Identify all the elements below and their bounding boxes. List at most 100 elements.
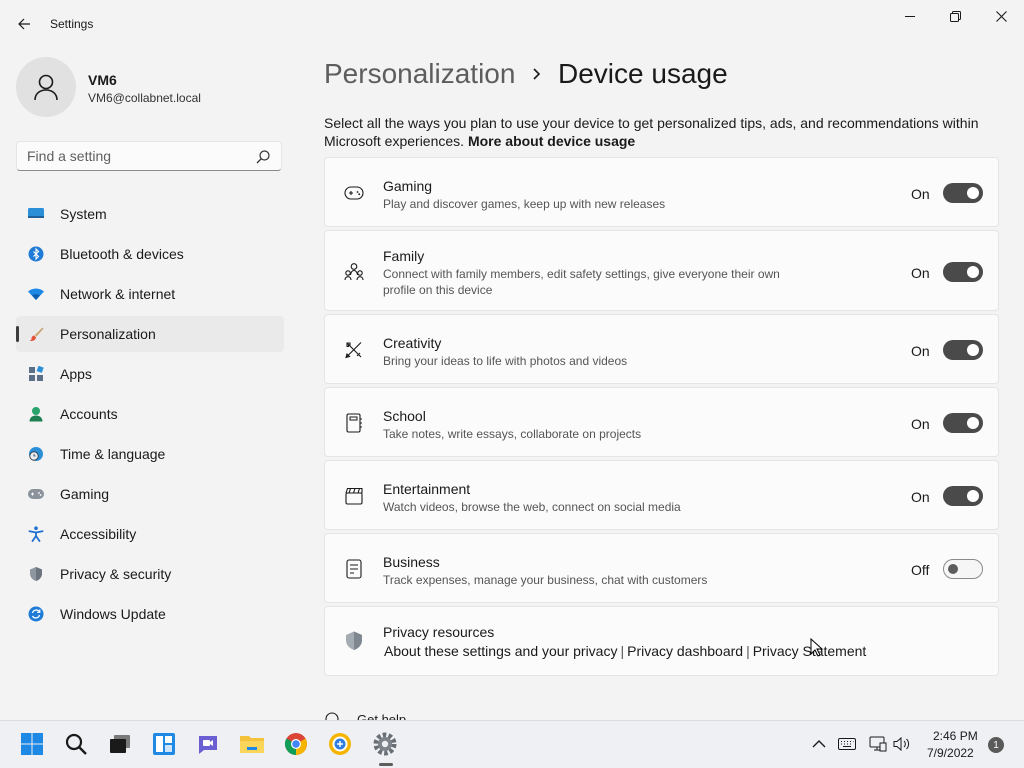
close-button[interactable]	[978, 0, 1024, 32]
get-help-link[interactable]: Get help	[357, 712, 406, 720]
restore-button[interactable]	[932, 0, 978, 32]
sidebar-item-personalization[interactable]: Personalization	[16, 316, 284, 352]
minimize-icon	[905, 16, 915, 17]
toggle-knob	[967, 490, 979, 502]
more-about-link[interactable]: More about device usage	[468, 133, 635, 149]
back-arrow-icon	[18, 18, 30, 30]
gamepad-icon	[27, 485, 45, 503]
entertainment-toggle[interactable]	[943, 486, 983, 506]
sidebar-item-network[interactable]: Network & internet	[16, 276, 284, 312]
sidebar-item-time-language[interactable]: Time & language	[16, 436, 284, 472]
usage-title: Family	[383, 248, 425, 264]
gaming-toggle[interactable]	[943, 183, 983, 203]
toggle-state-label: On	[911, 186, 930, 202]
sidebar-item-label: System	[60, 206, 107, 222]
usage-card-business: Business Track expenses, manage your bus…	[324, 533, 999, 603]
link-separator: |	[620, 643, 625, 659]
usage-description: Watch videos, browse the web, connect on…	[383, 500, 681, 514]
notification-badge[interactable]: 1	[988, 737, 1004, 753]
wifi-icon	[27, 285, 45, 303]
toggle-knob	[948, 564, 958, 574]
usage-title: School	[383, 408, 426, 424]
close-icon	[995, 10, 1007, 22]
bluetooth-icon	[27, 245, 45, 263]
search-icon[interactable]	[255, 149, 271, 165]
breadcrumb-parent[interactable]: Personalization	[324, 58, 515, 90]
minimize-button[interactable]	[887, 0, 933, 32]
link-separator: |	[746, 643, 750, 659]
about-settings-privacy-link[interactable]: About these settings and your privacy	[384, 643, 617, 659]
usage-title: Creativity	[383, 335, 442, 351]
shield-icon	[27, 565, 45, 583]
browser-icon[interactable]	[326, 730, 354, 758]
update-icon	[27, 605, 45, 623]
usage-description: Bring your ideas to life with photos and…	[383, 354, 628, 368]
accessibility-icon	[27, 525, 45, 543]
volume-icon[interactable]	[893, 735, 911, 753]
sidebar-item-accounts[interactable]: Accounts	[16, 396, 284, 432]
privacy-links: About these settings and your privacy | Pr…	[384, 643, 866, 659]
globe-clock-icon	[27, 445, 45, 463]
search-box	[16, 141, 282, 171]
toggle-state-label: On	[911, 265, 930, 281]
sidebar-item-label: Time & language	[60, 446, 166, 462]
network-icon[interactable]	[869, 735, 887, 753]
sidebar-item-bluetooth[interactable]: Bluetooth & devices	[16, 236, 284, 272]
clock-date[interactable]: 7/9/2022	[927, 746, 974, 760]
sidebar-item-label: Bluetooth & devices	[60, 246, 184, 262]
usage-description: Play and discover games, keep up with ne…	[383, 197, 666, 211]
brush-icon	[27, 325, 45, 343]
widgets-icon[interactable]	[150, 730, 178, 758]
start-icon[interactable]	[18, 730, 46, 758]
toggle-knob	[967, 344, 979, 356]
business-toggle[interactable]	[943, 559, 983, 579]
app-title: Settings	[50, 17, 94, 31]
chevron-right-icon	[533, 68, 541, 80]
sidebar-item-windows-update[interactable]: Windows Update	[16, 596, 284, 632]
creativity-toggle[interactable]	[943, 340, 983, 360]
notebook-icon	[343, 412, 365, 434]
file-explorer-icon[interactable]	[238, 730, 266, 758]
chevron-up-icon[interactable]	[810, 735, 828, 753]
toggle-state-label: Off	[911, 562, 930, 578]
school-toggle[interactable]	[943, 413, 983, 433]
clapperboard-icon	[343, 485, 365, 507]
search-icon[interactable]	[62, 730, 90, 758]
chat-icon[interactable]	[194, 730, 222, 758]
chrome-icon[interactable]	[282, 730, 310, 758]
sidebar-item-privacy-security[interactable]: Privacy & security	[16, 556, 284, 592]
family-icon	[343, 261, 365, 283]
sidebar-item-label: Privacy & security	[60, 566, 172, 582]
usage-description: Connect with family members, edit safety…	[383, 267, 780, 297]
privacy-resources-card: Privacy resources About these settings a…	[324, 606, 999, 676]
settings-icon[interactable]	[371, 730, 399, 758]
restore-icon	[949, 10, 961, 22]
gamepad-icon	[343, 182, 365, 204]
active-app-indicator	[379, 763, 393, 766]
shield-icon	[343, 630, 365, 652]
keyboard-icon[interactable]	[838, 735, 856, 753]
sidebar-item-accessibility[interactable]: Accessibility	[16, 516, 284, 552]
family-toggle[interactable]	[943, 262, 983, 282]
taskbar: 2:46 PM 7/9/2022 1	[0, 720, 1024, 768]
task-view-icon[interactable]	[106, 730, 134, 758]
usage-description: Track expenses, manage your business, ch…	[383, 573, 708, 587]
usage-title: Gaming	[383, 178, 433, 194]
sidebar-item-gaming[interactable]: Gaming	[16, 476, 284, 512]
usage-card-gaming: Gaming Play and discover games, keep up …	[324, 157, 999, 227]
back-button[interactable]	[8, 8, 40, 40]
mouse-cursor-icon	[810, 638, 824, 657]
apps-icon	[27, 365, 45, 383]
clock-time[interactable]: 2:46 PM	[933, 729, 978, 743]
sidebar-item-label: Accessibility	[60, 526, 137, 542]
avatar[interactable]	[16, 57, 76, 117]
sidebar-item-apps[interactable]: Apps	[16, 356, 284, 392]
person-icon	[34, 74, 58, 101]
privacy-resources-title: Privacy resources	[383, 624, 495, 640]
privacy-dashboard-link[interactable]: Privacy dashboard	[627, 643, 743, 659]
usage-title: Entertainment	[383, 481, 471, 497]
document-icon	[343, 558, 365, 580]
sidebar-item-label: Apps	[60, 366, 92, 382]
search-input[interactable]	[17, 142, 247, 170]
sidebar-item-system[interactable]: System	[16, 196, 284, 232]
